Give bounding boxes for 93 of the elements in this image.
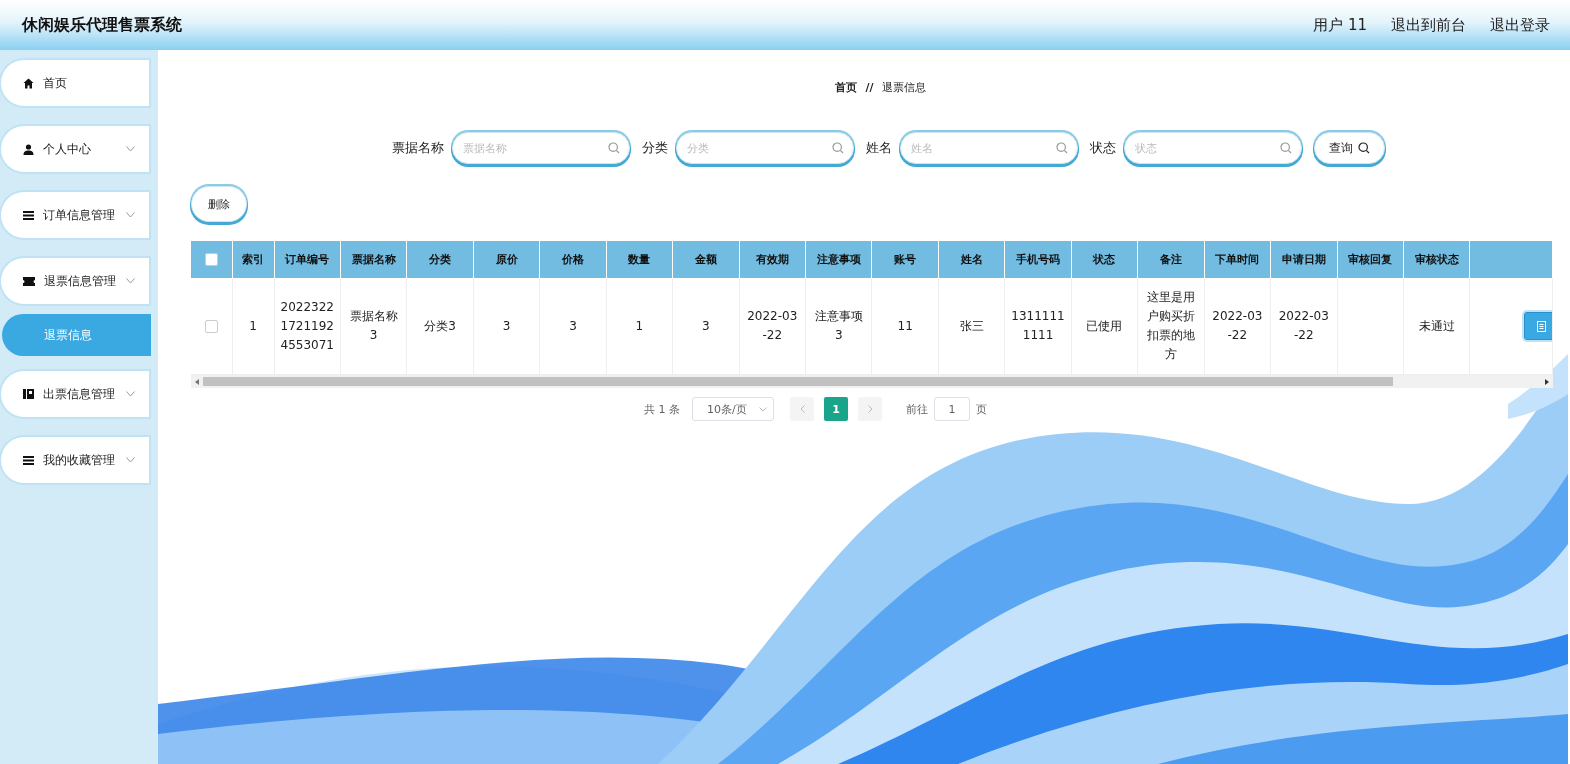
breadcrumb-current: 退票信息 [881, 80, 926, 95]
user-icon [23, 143, 34, 155]
search-icon [1055, 142, 1068, 154]
ticket-icon [23, 276, 35, 286]
table-cell: 分类3 [406, 278, 474, 375]
column-header: 票据名称 [340, 241, 407, 278]
next-page-button[interactable] [858, 397, 882, 421]
table-cell: 已使用 [1071, 278, 1138, 375]
column-header: 注意事项 [805, 241, 872, 278]
table-cell: 2022-03-22 [739, 278, 806, 375]
table-cell: 1 [232, 278, 274, 375]
field-label: 分类 [641, 139, 668, 157]
column-header: 账号 [871, 241, 939, 278]
column-header: 分类 [406, 241, 474, 278]
table-cell: 注意事项3 [805, 278, 872, 375]
sidebar-item[interactable]: 订单信息管理 [1, 192, 149, 238]
column-header: 订单编号 [274, 241, 341, 278]
breadcrumb-separator: // [865, 81, 874, 94]
header-link[interactable]: 退出登录 [1490, 15, 1550, 35]
table-cell: 张三 [938, 278, 1005, 375]
column-header: 有效期 [739, 241, 806, 278]
field-label: 状态 [1089, 139, 1116, 157]
table-cell: 2022-03-22 [1204, 278, 1271, 375]
checkbox[interactable] [204, 253, 218, 267]
column-header: 申请日期 [1270, 241, 1337, 278]
scrollbar[interactable] [191, 375, 1553, 388]
user-link[interactable]: 用户 11 [1313, 15, 1367, 35]
detail-button[interactable] [1524, 312, 1552, 340]
column-header: 审核状态 [1403, 241, 1470, 278]
delete-button[interactable]: 删除 [191, 186, 247, 222]
prev-page-button[interactable] [790, 397, 814, 421]
chevron-icon [126, 146, 135, 152]
sidebar-item[interactable]: 我的收藏管理 [1, 437, 149, 483]
scroll-left-icon [195, 378, 200, 385]
sidebar-item[interactable]: 个人中心 [1, 126, 149, 172]
column-header: 下单时间 [1204, 241, 1271, 278]
chevron-left-icon [799, 405, 805, 413]
page-input[interactable]: 1 [934, 397, 970, 421]
table-cell: 2022-03-22 [1270, 278, 1337, 375]
document-icon [1536, 320, 1546, 332]
list-icon [23, 455, 34, 465]
table-cell: 这里是用户购买折扣票的地方 [1137, 278, 1205, 375]
header-link[interactable]: 退出到前台 [1391, 15, 1466, 35]
goto-label: 前往 [906, 401, 928, 417]
table-cell: 未通过 [1403, 278, 1470, 375]
column-header: 原价 [473, 241, 540, 278]
search-field[interactable]: 状态 [1123, 132, 1302, 164]
field-label: 票据名称 [391, 139, 444, 157]
column-header: 索引 [232, 241, 274, 278]
search-icon [831, 142, 844, 154]
column-header: 备注 [1137, 241, 1205, 278]
scroll-right-icon [1544, 378, 1549, 385]
search-field[interactable]: 姓名 [899, 132, 1078, 164]
table-cell: 3 [473, 278, 540, 375]
list-icon [23, 210, 34, 220]
query-button[interactable]: 查询 [1313, 132, 1385, 164]
chevron-icon [126, 391, 135, 397]
column-header: 状态 [1071, 241, 1138, 278]
chevron-icon [126, 212, 135, 218]
book-icon [23, 389, 34, 399]
table-cell: 202232217211924553071 [274, 278, 341, 375]
total-count: 共 1 条 [644, 401, 680, 417]
table-cell: 13111111111 [1004, 278, 1072, 375]
column-header: 姓名 [938, 241, 1005, 278]
page-size-select[interactable]: 10条/页 [692, 397, 774, 421]
sidebar-item[interactable]: 首页 [1, 60, 149, 106]
chevron-icon [759, 406, 767, 412]
column-header: 审核回复 [1337, 241, 1404, 278]
home-icon [23, 77, 34, 89]
checkbox[interactable] [204, 319, 218, 333]
table-cell: 11 [871, 278, 939, 375]
column-header: 价格 [539, 241, 607, 278]
chevron-right-icon [867, 405, 873, 413]
table-cell: 3 [672, 278, 740, 375]
breadcrumb-link[interactable]: 首页 [835, 80, 858, 95]
sidebar-item[interactable]: 出票信息管理 [1, 371, 149, 417]
column-header: 数量 [606, 241, 673, 278]
search-field[interactable]: 分类 [675, 132, 854, 164]
search-icon [607, 142, 620, 154]
search-icon [1279, 142, 1292, 154]
app-title: 休闲娱乐代理售票系统 [22, 14, 183, 36]
sidebar-item[interactable]: 退票信息管理 [1, 258, 149, 304]
page-suffix: 页 [976, 401, 987, 417]
search-icon [1357, 142, 1370, 154]
field-label: 姓名 [865, 139, 892, 157]
table-cell: 票据名称3 [340, 278, 407, 375]
column-header: 手机号码 [1004, 241, 1072, 278]
table-cell: 1 [606, 278, 673, 375]
search-field[interactable]: 票据名称 [451, 132, 630, 164]
column-header: 金额 [672, 241, 740, 278]
chevron-icon [126, 278, 135, 284]
table-cell: 3 [539, 278, 607, 375]
chevron-icon [126, 457, 135, 463]
